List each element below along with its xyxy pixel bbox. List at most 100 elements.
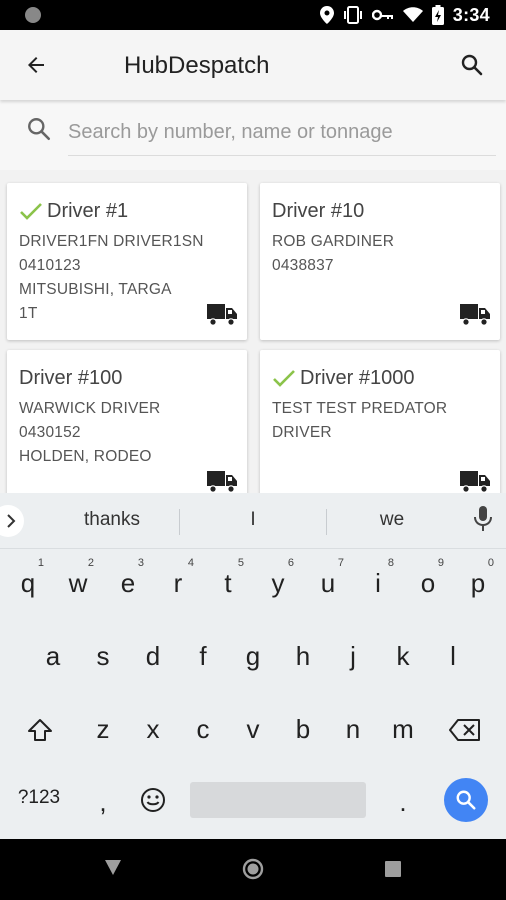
search-input[interactable]: [68, 110, 496, 156]
driver-card[interactable]: Driver #1 DRIVER1FN DRIVER1SN 0410123 MI…: [7, 183, 247, 340]
key-z[interactable]: z: [78, 695, 128, 765]
key-y[interactable]: 6y: [253, 549, 303, 619]
nav-bar: [0, 839, 506, 900]
driver-name: Driver #1000: [300, 367, 415, 389]
driver-detail-line: MITSUBISHI, TARGA: [19, 281, 172, 298]
key-m[interactable]: m: [378, 695, 428, 765]
truck-icon: [207, 471, 237, 493]
search-button[interactable]: [452, 45, 492, 85]
wifi-icon: [402, 7, 423, 22]
driver-card[interactable]: Driver #1000 TEST TEST PREDATOR DRIVER: [260, 350, 500, 500]
key-label: w: [68, 568, 88, 598]
key-n[interactable]: n: [328, 695, 378, 765]
back-triangle-icon[interactable]: [103, 857, 123, 877]
key-c[interactable]: c: [178, 695, 228, 765]
driver-detail-line: TEST TEST PREDATOR: [272, 400, 448, 417]
emoji-icon: [141, 788, 165, 812]
home-circle-icon[interactable]: [242, 858, 264, 880]
driver-card[interactable]: Driver #100 WARWICK DRIVER 0430152 HOLDE…: [7, 350, 247, 500]
suggestion-strip: thanks I we: [0, 493, 506, 549]
key-d[interactable]: d: [128, 622, 178, 692]
key-v[interactable]: v: [228, 695, 278, 765]
key-label: i: [375, 568, 381, 598]
overview-square-icon[interactable]: [385, 861, 401, 877]
key-l[interactable]: l: [428, 622, 478, 692]
driver-details: WARWICK DRIVER 0430152 HOLDEN, RODEO: [19, 397, 160, 469]
key-label: h: [295, 641, 311, 671]
key-u[interactable]: 7u: [303, 549, 353, 619]
driver-detail-line: 0430152: [19, 424, 81, 441]
driver-card-title: Driver #1000: [272, 367, 415, 390]
key-label: v: [246, 714, 260, 744]
key-label: e: [120, 568, 136, 598]
key-label: c: [196, 714, 210, 744]
key-label: a: [45, 641, 61, 671]
suggestion-word[interactable]: we: [342, 509, 442, 531]
chevron-right-icon: [7, 514, 16, 528]
status-time: 3:34: [452, 4, 490, 25]
key-w[interactable]: 2w: [53, 549, 103, 619]
key-j[interactable]: j: [328, 622, 378, 692]
search-icon: [461, 54, 483, 76]
shift-key[interactable]: [15, 709, 65, 751]
driver-card[interactable]: Driver #10 ROB GARDINER 0438837: [260, 183, 500, 340]
key-q[interactable]: 1q: [3, 549, 53, 619]
key-s[interactable]: s: [78, 622, 128, 692]
vibrate-icon: [343, 6, 362, 24]
driver-details: DRIVER1FN DRIVER1SN 0410123 MITSUBISHI, …: [19, 230, 204, 326]
key-e[interactable]: 3e: [103, 549, 153, 619]
driver-detail-line: DRIVER1FN DRIVER1SN: [19, 233, 204, 250]
suggestion-divider: [326, 509, 327, 535]
key-label: f: [199, 641, 207, 671]
key-g[interactable]: g: [228, 622, 278, 692]
suggestion-word[interactable]: I: [203, 509, 303, 531]
symbols-key[interactable]: ?123: [8, 787, 70, 817]
key-p[interactable]: 0p: [453, 549, 503, 619]
keyboard: 1q 2w 3e 4r 5t 6y 7u 8i 9o 0p a s d f g …: [0, 549, 506, 839]
check-icon: [273, 369, 295, 387]
key-k[interactable]: k: [378, 622, 428, 692]
space-bar[interactable]: [190, 782, 366, 818]
truck-icon: [207, 304, 237, 326]
back-button[interactable]: [16, 45, 56, 85]
driver-details: ROB GARDINER 0438837: [272, 230, 394, 278]
microphone-icon[interactable]: [474, 506, 492, 532]
key-f[interactable]: f: [178, 622, 228, 692]
key-label: q: [20, 568, 36, 598]
key-label: ,: [99, 787, 107, 817]
driver-card-title: Driver #10: [272, 200, 364, 223]
emoji-key[interactable]: [130, 779, 176, 821]
key-o[interactable]: 9o: [403, 549, 453, 619]
driver-detail-line: 0438837: [272, 257, 334, 274]
key-period[interactable]: .: [378, 768, 428, 838]
key-t[interactable]: 5t: [203, 549, 253, 619]
key-a[interactable]: a: [28, 622, 78, 692]
key-label: n: [345, 714, 361, 744]
arrow-back-icon: [28, 57, 44, 73]
suggestion-divider: [179, 509, 180, 535]
key-label: d: [145, 641, 161, 671]
key-label: z: [96, 714, 110, 744]
key-label: k: [396, 641, 410, 671]
key-h[interactable]: h: [278, 622, 328, 692]
backspace-key[interactable]: [440, 709, 490, 751]
key-label: s: [96, 641, 110, 671]
battery-icon: [431, 5, 444, 25]
key-label: .: [399, 787, 407, 817]
driver-detail-line: WARWICK DRIVER: [19, 400, 161, 417]
expand-suggestions-button[interactable]: [0, 505, 24, 537]
key-label: r: [173, 568, 183, 598]
search-action-key[interactable]: [444, 778, 488, 822]
search-icon: [456, 790, 476, 810]
key-comma[interactable]: ,: [78, 768, 128, 838]
driver-name: Driver #100: [19, 367, 123, 389]
key-r[interactable]: 4r: [153, 549, 203, 619]
suggestion-word[interactable]: thanks: [62, 509, 162, 531]
key-b[interactable]: b: [278, 695, 328, 765]
driver-card-title: Driver #1: [19, 200, 128, 223]
vpn-key-icon: [371, 9, 393, 21]
key-x[interactable]: x: [128, 695, 178, 765]
key-label: x: [146, 714, 160, 744]
app-bar: HubDespatch: [0, 30, 506, 100]
key-i[interactable]: 8i: [353, 549, 403, 619]
